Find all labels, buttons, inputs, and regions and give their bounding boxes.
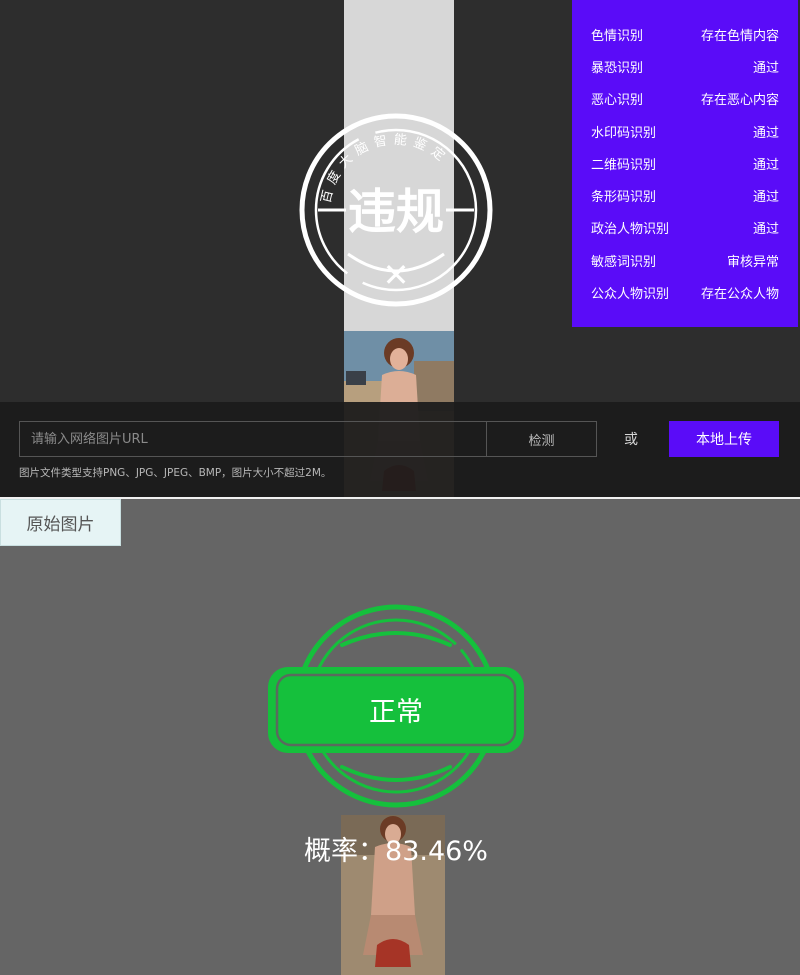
upload-hint: 图片文件类型支持PNG、JPG、JPEG、BMP，图片大小不超过2M。 bbox=[19, 467, 332, 479]
detection-panel: 百度大脑智能鉴定 违规 ✕ 色情识别 存在色情内容 暴恐识别 通过 恶心识别 存在恶心… bbox=[0, 0, 800, 497]
tab-original-image[interactable]: 原始图片 bbox=[0, 499, 121, 546]
result-label: 暴恐识别 bbox=[591, 60, 644, 76]
result-value: 通过 bbox=[752, 157, 779, 173]
result-row: 水印码识别 通过 bbox=[591, 115, 779, 147]
local-upload-button[interactable]: 本地上传 bbox=[669, 421, 779, 457]
probability-text: 概率：83.46% bbox=[304, 836, 488, 867]
result-label: 二维码识别 bbox=[591, 157, 657, 173]
result-row: 条形码识别 通过 bbox=[591, 179, 779, 211]
or-label: 或 bbox=[624, 432, 638, 448]
result-value: 存在色情内容 bbox=[700, 28, 779, 44]
result-row: 政治人物识别 通过 bbox=[591, 212, 779, 244]
result-label: 条形码识别 bbox=[591, 190, 657, 206]
result-label: 敏感词识别 bbox=[591, 254, 657, 270]
stamp-verdict: 违规 bbox=[348, 184, 444, 240]
result-value: 通过 bbox=[752, 125, 779, 141]
results-panel: 色情识别 存在色情内容 暴恐识别 通过 恶心识别 存在恶心内容 水印码识别 通过 二维码… bbox=[572, 0, 798, 327]
result-row: 暴恐识别 通过 bbox=[591, 50, 779, 82]
result-row: 公众人物识别 存在公众人物 bbox=[591, 276, 779, 308]
stamp-x-icon: ✕ bbox=[383, 256, 410, 294]
result-value: 存在公众人物 bbox=[700, 287, 779, 303]
result-row: 敏感词识别 审核异常 bbox=[591, 244, 779, 276]
original-image-panel: 原始图片 正常 概率：83.46% bbox=[0, 499, 800, 975]
result-row: 恶心识别 存在恶心内容 bbox=[591, 83, 779, 115]
upload-bar: 检测 或 本地上传 图片文件类型支持PNG、JPG、JPEG、BMP，图片大小不… bbox=[0, 402, 800, 497]
result-label: 色情识别 bbox=[591, 28, 644, 44]
url-box: 检测 bbox=[19, 421, 597, 457]
result-label: 公众人物识别 bbox=[591, 287, 670, 303]
normal-verdict: 正常 bbox=[369, 696, 423, 728]
result-value: 存在恶心内容 bbox=[700, 93, 779, 109]
result-value: 通过 bbox=[752, 222, 779, 238]
url-input[interactable] bbox=[20, 422, 486, 456]
result-row: 色情识别 存在色情内容 bbox=[591, 18, 779, 50]
result-value: 通过 bbox=[752, 60, 779, 76]
result-value: 通过 bbox=[752, 190, 779, 206]
violation-stamp: 百度大脑智能鉴定 违规 ✕ bbox=[299, 113, 493, 307]
detect-button[interactable]: 检测 bbox=[486, 422, 596, 456]
result-value: 审核异常 bbox=[726, 254, 779, 270]
result-label: 政治人物识别 bbox=[591, 222, 670, 238]
result-row: 二维码识别 通过 bbox=[591, 147, 779, 179]
result-label: 水印码识别 bbox=[591, 125, 657, 141]
result-label: 恶心识别 bbox=[591, 93, 644, 109]
